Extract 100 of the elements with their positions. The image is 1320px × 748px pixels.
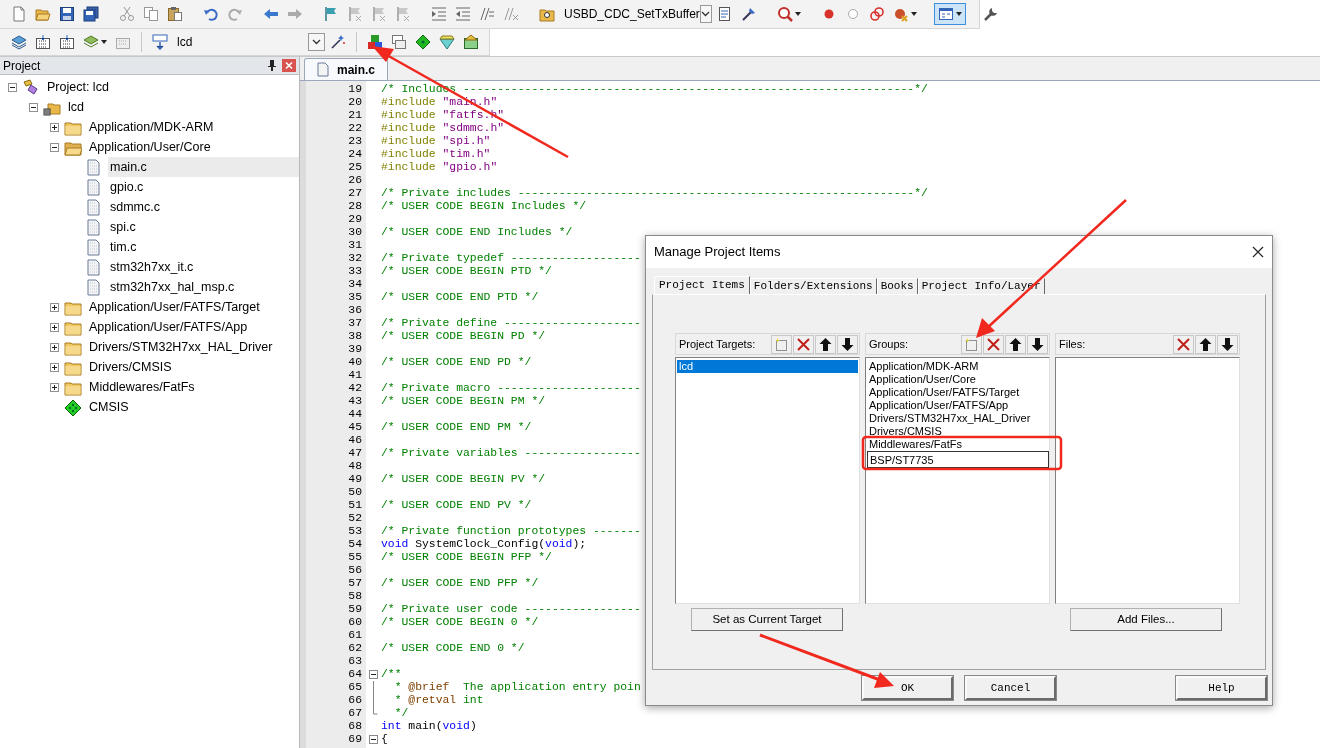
expand-icon[interactable] <box>50 302 59 312</box>
dialog-tab[interactable]: Folders/Extensions <box>749 278 877 294</box>
pin-icon[interactable] <box>268 60 276 71</box>
breakpoint-cross-icon[interactable] <box>893 6 909 22</box>
tree-item[interactable]: Middlewares/FatFs <box>87 377 195 397</box>
list-item[interactable]: Drivers/STM32H7xx_HAL_Driver <box>867 412 1048 425</box>
group-name-field[interactable]: BSP/ST7735 <box>867 451 1049 468</box>
save-icon[interactable] <box>59 6 75 22</box>
caret-icon[interactable] <box>312 39 321 45</box>
list-item[interactable]: Application/User/FATFS/Target <box>867 386 1048 399</box>
set-current-target-button[interactable]: Set as Current Target <box>691 608 843 631</box>
tree-item[interactable]: gpio.c <box>108 177 144 197</box>
list-item[interactable]: Application/User/Core <box>867 373 1048 386</box>
editor-tab[interactable]: main.c <box>304 58 388 80</box>
wrench-icon[interactable] <box>983 6 999 22</box>
gem-icon[interactable] <box>439 34 455 50</box>
tree-item[interactable]: Drivers/CMSIS <box>87 357 172 377</box>
collapse-icon[interactable] <box>368 733 378 746</box>
unindent-icon[interactable] <box>455 6 471 22</box>
flag-icon[interactable] <box>323 6 339 22</box>
tree-item[interactable]: Application/User/FATFS/Target <box>87 297 260 317</box>
tree-item[interactable]: lcd <box>66 97 84 117</box>
tree-item[interactable]: Application/User/FATFS/App <box>87 317 248 337</box>
dialog-button[interactable]: Help <box>1176 676 1267 700</box>
expand-icon[interactable] <box>50 322 59 332</box>
file-icon <box>85 218 103 236</box>
package-icon[interactable] <box>463 34 479 50</box>
tool-icon[interactable] <box>741 6 757 22</box>
tree-item[interactable]: sdmmc.c <box>108 197 160 217</box>
collapse-icon[interactable] <box>368 668 378 681</box>
caret-icon[interactable] <box>956 12 962 16</box>
expand-icon[interactable] <box>50 362 59 372</box>
circles-icon[interactable] <box>869 6 885 22</box>
copy-icon[interactable] <box>143 6 159 22</box>
add-files-button[interactable]: Add Files... <box>1070 608 1222 631</box>
layers-icon[interactable] <box>83 34 99 50</box>
diamond-icon[interactable] <box>415 34 431 50</box>
download-icon[interactable] <box>59 34 75 50</box>
download-icon[interactable] <box>35 34 51 50</box>
paste-icon[interactable] <box>167 6 183 22</box>
expand-icon[interactable] <box>50 122 59 132</box>
magnifier-icon[interactable] <box>777 6 793 22</box>
caret-icon[interactable] <box>701 11 711 17</box>
list-box[interactable]: lcd <box>675 357 860 604</box>
open-folder-icon[interactable] <box>35 6 51 22</box>
tree-item[interactable]: Project: lcd <box>45 77 109 97</box>
collapse-icon[interactable] <box>50 142 59 152</box>
save-all-icon[interactable] <box>83 6 99 22</box>
up-arrow-button[interactable] <box>1195 334 1216 354</box>
windows-icon[interactable] <box>391 34 407 50</box>
list-box[interactable]: Application/MDK-ARM Application/User/Core Application/User/FATFS/Target Application/User/FATFS/App Drivers/STM32H7xx_HAL_Driver Drivers/CMSIS Middlewares/FatFs BSP/ST7735 <box>865 357 1050 604</box>
back-arrow-icon[interactable] <box>263 6 279 22</box>
tree-item[interactable]: main.c <box>108 157 299 177</box>
tree-item[interactable]: Drivers/STM32H7xx_HAL_Driver <box>87 337 273 357</box>
tree-item[interactable]: Application/MDK-ARM <box>87 117 214 137</box>
expand-icon[interactable] <box>50 342 59 352</box>
comment-icon[interactable] <box>479 6 495 22</box>
delete-button[interactable] <box>793 334 814 354</box>
layers-icon[interactable] <box>11 34 27 50</box>
folder-search-icon[interactable] <box>539 6 555 22</box>
load-icon[interactable] <box>152 34 168 50</box>
expand-icon[interactable] <box>50 382 59 392</box>
tree-item[interactable]: tim.c <box>108 237 137 257</box>
line-number: 51 <box>348 499 362 512</box>
list-item[interactable]: lcd <box>677 360 858 373</box>
dialog-tab[interactable]: Books <box>876 278 918 294</box>
collapse-icon[interactable] <box>8 82 17 92</box>
new-item-button[interactable] <box>771 334 792 354</box>
window-icon[interactable] <box>938 6 954 22</box>
document-icon[interactable] <box>717 6 733 22</box>
down-arrow-button[interactable] <box>1027 334 1048 354</box>
delete-button[interactable] <box>983 334 1004 354</box>
list-item[interactable]: Application/MDK-ARM <box>867 360 1048 373</box>
caret-icon[interactable] <box>795 12 801 16</box>
tree-item[interactable]: Application/User/Core <box>87 137 211 157</box>
collapse-icon[interactable] <box>29 102 38 112</box>
down-arrow-button[interactable] <box>1217 334 1238 354</box>
dialog-button[interactable]: OK <box>862 676 953 700</box>
close-icon[interactable] <box>1252 246 1264 258</box>
delete-button[interactable] <box>1173 334 1194 354</box>
magic-wand-icon[interactable] <box>330 34 346 50</box>
caret-icon[interactable] <box>911 12 917 16</box>
undo-icon[interactable] <box>203 6 219 22</box>
up-arrow-button[interactable] <box>1005 334 1026 354</box>
list-item[interactable]: Middlewares/FatFs <box>867 438 1048 451</box>
uncomment-icon[interactable] <box>503 6 519 22</box>
down-arrow-button[interactable] <box>837 334 858 354</box>
new-file-icon[interactable] <box>11 6 27 22</box>
list-item[interactable]: Application/User/FATFS/App <box>867 399 1048 412</box>
tree-item[interactable]: CMSIS <box>87 397 129 417</box>
caret-icon[interactable] <box>101 40 107 44</box>
list-item[interactable]: Drivers/CMSIS <box>867 425 1048 438</box>
dialog-button[interactable]: Cancel <box>965 676 1056 700</box>
tree-item[interactable]: spi.c <box>108 217 136 237</box>
tree-item[interactable]: stm32h7xx_it.c <box>108 257 194 277</box>
tree-item[interactable]: stm32h7xx_hal_msp.c <box>108 277 235 297</box>
new-item-button[interactable] <box>961 334 982 354</box>
dialog-tab[interactable]: Project Items <box>654 276 750 294</box>
indent-icon[interactable] <box>431 6 447 22</box>
up-arrow-button[interactable] <box>815 334 836 354</box>
